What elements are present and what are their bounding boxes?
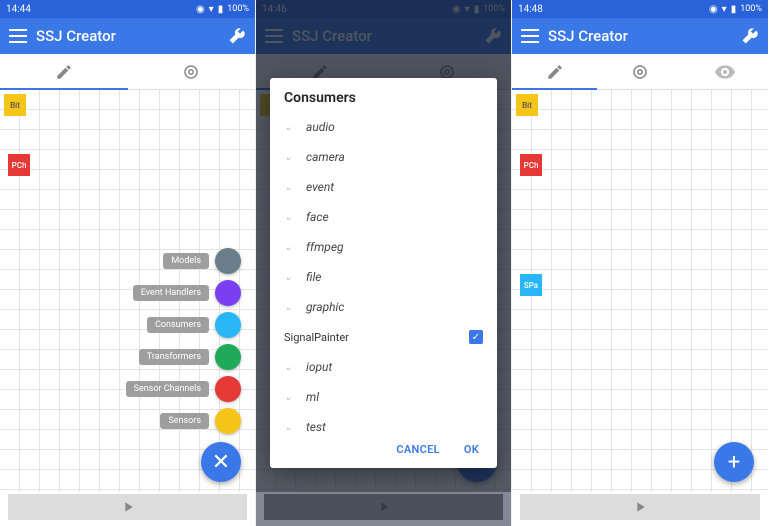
dialog-title: Consumers bbox=[270, 88, 497, 112]
palette-circle bbox=[215, 376, 241, 402]
close-icon: ✕ bbox=[212, 450, 230, 475]
dialog-item-graphic[interactable]: ⌄graphic bbox=[270, 292, 497, 322]
battery-icon: ▮ bbox=[218, 4, 224, 15]
node-pch[interactable]: PCh bbox=[8, 154, 30, 176]
palette-consumers[interactable]: Consumers bbox=[147, 312, 241, 338]
tab-run[interactable] bbox=[597, 54, 682, 89]
status-bar: 14:44 ◉ ▾ ▮ 100% bbox=[0, 0, 255, 18]
palette-circle bbox=[215, 248, 241, 274]
battery-pct: 100% bbox=[740, 4, 762, 14]
chevron-down-icon: ⌄ bbox=[284, 182, 298, 193]
checkbox-checked-icon[interactable]: ✓ bbox=[469, 330, 483, 344]
plus-icon: + bbox=[728, 450, 740, 475]
eye-icon: ◉ bbox=[196, 4, 205, 15]
palette-circle bbox=[215, 280, 241, 306]
status-time: 14:48 bbox=[518, 4, 543, 15]
wifi-icon: ▾ bbox=[722, 4, 727, 15]
palette-label: Models bbox=[163, 253, 209, 269]
dialog-item-file[interactable]: ⌄file bbox=[270, 262, 497, 292]
play-bar[interactable] bbox=[520, 494, 760, 520]
app-title: SSJ Creator bbox=[548, 27, 740, 45]
palette-label: Sensors bbox=[160, 413, 209, 429]
tab-edit[interactable] bbox=[512, 54, 597, 89]
chevron-down-icon: ⌄ bbox=[284, 302, 298, 313]
palette-label: Transformers bbox=[139, 349, 209, 365]
node-bit[interactable]: Bit bbox=[4, 94, 26, 116]
chevron-down-icon: ⌄ bbox=[284, 212, 298, 223]
dialog-item-event[interactable]: ⌄event bbox=[270, 172, 497, 202]
battery-icon: ▮ bbox=[731, 4, 737, 15]
palette-label: Sensor Channels bbox=[126, 381, 209, 397]
ok-button[interactable]: OK bbox=[464, 443, 479, 456]
dialog-item-ffmpeg[interactable]: ⌄ffmpeg bbox=[270, 232, 497, 262]
app-bar: SSJ Creator bbox=[512, 18, 768, 54]
play-icon bbox=[120, 499, 136, 515]
dialog-item-ml[interactable]: ⌄ml bbox=[270, 382, 497, 412]
menu-icon[interactable] bbox=[8, 26, 28, 46]
palette-circle bbox=[215, 408, 241, 434]
chevron-down-icon: ⌄ bbox=[284, 152, 298, 163]
palette-circle bbox=[215, 344, 241, 370]
wrench-icon[interactable] bbox=[740, 26, 760, 46]
app-title: SSJ Creator bbox=[36, 27, 227, 45]
dialog-item-label: SignalPainter bbox=[284, 331, 349, 344]
play-bar[interactable] bbox=[8, 494, 247, 520]
chevron-down-icon: ⌄ bbox=[284, 122, 298, 133]
dialog-item-test[interactable]: ⌄test bbox=[270, 412, 497, 433]
palette-label: Consumers bbox=[147, 317, 209, 333]
status-icons: ◉ ▾ ▮ 100% bbox=[709, 4, 762, 15]
menu-icon[interactable] bbox=[520, 26, 540, 46]
tab-bar bbox=[512, 54, 768, 90]
chevron-down-icon: ⌄ bbox=[284, 422, 298, 433]
eye-icon: ◉ bbox=[709, 4, 718, 15]
dialog-actions: CANCEL OK bbox=[270, 433, 497, 468]
canvas[interactable]: Bit PCh Models Event Handlers Consumers … bbox=[0, 90, 255, 492]
fab-close[interactable]: ✕ bbox=[201, 442, 241, 482]
palette-sensor-channels[interactable]: Sensor Channels bbox=[126, 376, 241, 402]
palette-label: Event Handlers bbox=[133, 285, 209, 301]
play-icon bbox=[632, 499, 648, 515]
dialog-item-ioput[interactable]: ⌄ioput bbox=[270, 352, 497, 382]
dialog-item-audio[interactable]: ⌄audio bbox=[270, 112, 497, 142]
status-bar: 14:48 ◉ ▾ ▮ 100% bbox=[512, 0, 768, 18]
chevron-down-icon: ⌄ bbox=[284, 242, 298, 253]
screen-3: 14:48 ◉ ▾ ▮ 100% SSJ Creator bbox=[512, 0, 768, 526]
wrench-icon[interactable] bbox=[227, 26, 247, 46]
dialog-item-face[interactable]: ⌄face bbox=[270, 202, 497, 232]
dialog-list[interactable]: ⌄audio ⌄camera ⌄event ⌄face ⌄ffmpeg ⌄fil… bbox=[270, 112, 497, 433]
palette-circle bbox=[215, 312, 241, 338]
chevron-down-icon: ⌄ bbox=[284, 272, 298, 283]
battery-pct: 100% bbox=[227, 4, 249, 14]
chevron-down-icon: ⌄ bbox=[284, 392, 298, 403]
node-pch[interactable]: PCh bbox=[520, 154, 542, 176]
screen-2: 14:46 ◉ ▾ ▮ 100% SSJ Creator bbox=[256, 0, 512, 526]
palette-event-handlers[interactable]: Event Handlers bbox=[133, 280, 241, 306]
wifi-icon: ▾ bbox=[209, 4, 214, 15]
chevron-down-icon: ⌄ bbox=[284, 362, 298, 373]
node-bit[interactable]: Bit bbox=[516, 94, 538, 116]
canvas[interactable]: Bit PCh SPa + bbox=[512, 90, 768, 492]
fab-add[interactable]: + bbox=[714, 442, 754, 482]
screen-1: 14:44 ◉ ▾ ▮ 100% SSJ Creator bbox=[0, 0, 256, 526]
dialog-item-signalpainter[interactable]: SignalPainter ✓ bbox=[270, 322, 497, 352]
tab-bar bbox=[0, 54, 255, 90]
dialog-item-camera[interactable]: ⌄camera bbox=[270, 142, 497, 172]
tab-view[interactable] bbox=[683, 54, 768, 89]
palette-models[interactable]: Models bbox=[163, 248, 241, 274]
status-icons: ◉ ▾ ▮ 100% bbox=[196, 4, 249, 15]
palette-transformers[interactable]: Transformers bbox=[139, 344, 241, 370]
status-time: 14:44 bbox=[6, 4, 31, 15]
consumers-dialog: Consumers ⌄audio ⌄camera ⌄event ⌄face ⌄f… bbox=[270, 78, 497, 468]
cancel-button[interactable]: CANCEL bbox=[396, 443, 439, 456]
node-spa[interactable]: SPa bbox=[520, 274, 542, 296]
palette-sensors[interactable]: Sensors bbox=[160, 408, 241, 434]
tab-edit[interactable] bbox=[0, 54, 128, 89]
app-bar: SSJ Creator bbox=[0, 18, 255, 54]
tab-run[interactable] bbox=[128, 54, 256, 89]
